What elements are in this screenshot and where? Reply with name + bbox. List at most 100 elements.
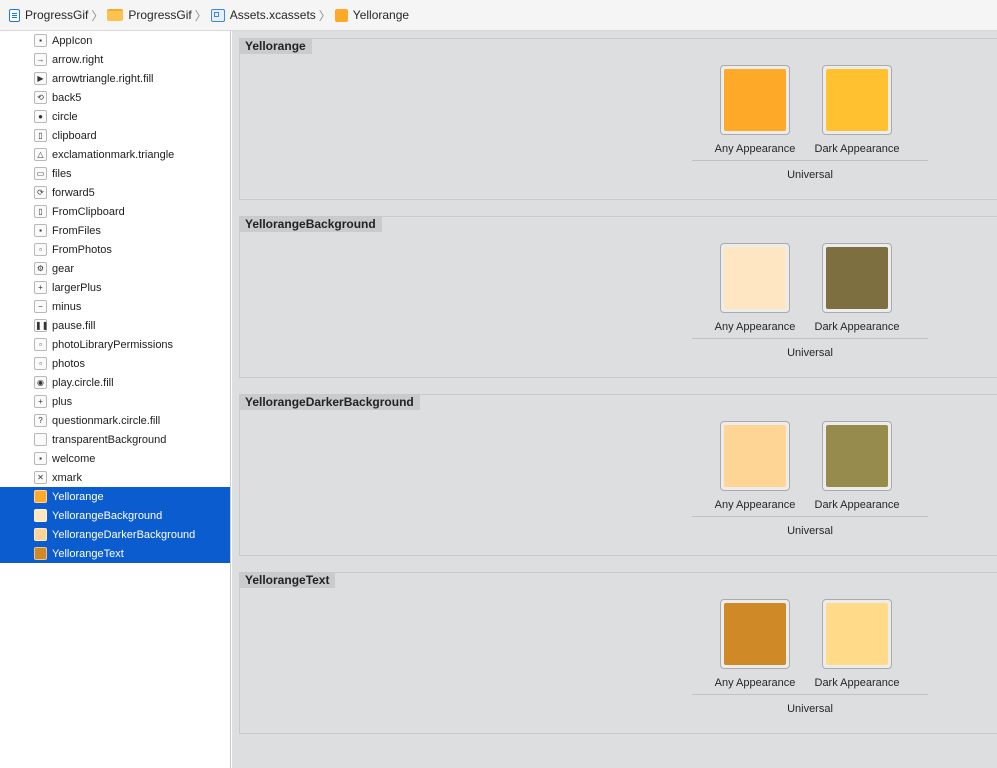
dark-appearance-color-well[interactable] (822, 65, 892, 135)
circle-icon: ● (34, 110, 47, 123)
sidebar-item[interactable]: ⚙ gear (0, 259, 230, 278)
color-set-title: YellorangeBackground (240, 217, 382, 232)
color-swatch (724, 603, 786, 665)
sidebar-item[interactable]: ⟲ back5 (0, 88, 230, 107)
sidebar-item-label: xmark (52, 471, 82, 484)
asset-list-sidebar[interactable]: ▪ AppIcon → arrow.right ▶ arrowtriangle.right… (0, 31, 231, 768)
dark-appearance-color-well[interactable] (822, 243, 892, 313)
sidebar-item[interactable]: + largerPlus (0, 278, 230, 297)
from-clipboard-icon: ▯ (34, 205, 47, 218)
color-swatch-icon (34, 528, 47, 541)
sidebar-item-label: YellorangeBackground (52, 509, 163, 522)
dark-appearance-label: Dark Appearance (814, 143, 900, 155)
dark-appearance-label: Dark Appearance (814, 499, 900, 511)
sidebar-item[interactable]: ▫ FromPhotos (0, 240, 230, 259)
sidebar-item[interactable]: ▯ clipboard (0, 126, 230, 145)
sidebar-item[interactable]: YellorangeBackground (0, 506, 230, 525)
any-appearance-label: Any Appearance (714, 499, 796, 511)
xmark-icon: ✕ (34, 471, 47, 484)
questionmark-circle-icon: ? (34, 414, 47, 427)
sidebar-item[interactable]: + plus (0, 392, 230, 411)
color-swatch (826, 69, 888, 131)
divider (692, 160, 928, 161)
app-icon-icon: ▪ (34, 34, 47, 47)
sidebar-item[interactable]: YellorangeDarkerBackground (0, 525, 230, 544)
from-files-icon: ▪ (34, 224, 47, 237)
color-swatch (826, 247, 888, 309)
sidebar-item-label: transparentBackground (52, 433, 167, 446)
breadcrumb-project-label: ProgressGif (25, 8, 89, 22)
larger-plus-icon: + (34, 281, 47, 294)
sidebar-item[interactable]: ● circle (0, 107, 230, 126)
color-set-panel: YellorangeBackground Any Appearance Dark A… (239, 216, 997, 378)
breadcrumb-asset[interactable]: Yellorange (334, 5, 409, 25)
from-photos-icon: ▫ (34, 243, 47, 256)
sidebar-item[interactable]: △ exclamationmark.triangle (0, 145, 230, 164)
sidebar-item[interactable]: transparentBackground (0, 430, 230, 449)
sidebar-item-label: arrow.right (52, 53, 104, 66)
asset-catalog-icon (210, 8, 225, 22)
sidebar-item-label: exclamationmark.triangle (52, 148, 175, 161)
sidebar-item-label: FromFiles (52, 224, 101, 237)
color-swatch (724, 247, 786, 309)
sidebar-item-label: files (52, 167, 72, 180)
sidebar-item[interactable]: ▫ photos (0, 354, 230, 373)
sidebar-item-label: plus (52, 395, 73, 408)
sidebar-item[interactable]: ▪ AppIcon (0, 31, 230, 50)
sidebar-item-label: gear (52, 262, 75, 275)
sidebar-item[interactable]: ? questionmark.circle.fill (0, 411, 230, 430)
dark-appearance-color-well[interactable] (822, 421, 892, 491)
any-appearance-color-well[interactable] (720, 65, 790, 135)
sidebar-item-label: pause.fill (52, 319, 96, 332)
gear-icon: ⚙ (34, 262, 47, 275)
project-file-icon (9, 8, 20, 22)
sidebar-item[interactable]: ◉ play.circle.fill (0, 373, 230, 392)
color-swatch (724, 425, 786, 487)
sidebar-item[interactable]: ▯ FromClipboard (0, 202, 230, 221)
color-set-title: Yellorange (240, 39, 312, 54)
color-set-title: YellorangeText (240, 573, 336, 588)
universal-label: Universal (787, 169, 833, 181)
plus-icon: + (34, 395, 47, 408)
sidebar-item[interactable]: Yellorange (0, 487, 230, 506)
sidebar-item[interactable]: ▶ arrowtriangle.right.fill (0, 69, 230, 88)
sidebar-item-label: FromClipboard (52, 205, 125, 218)
sidebar-item-label: arrowtriangle.right.fill (52, 72, 154, 85)
any-appearance-label: Any Appearance (714, 321, 796, 333)
any-appearance-color-well[interactable] (720, 599, 790, 669)
sidebar-item-label: AppIcon (52, 34, 93, 47)
sidebar-item[interactable]: ✕ xmark (0, 468, 230, 487)
clipboard-icon: ▯ (34, 129, 47, 142)
sidebar-item[interactable]: ⟳ forward5 (0, 183, 230, 202)
transparent-background-icon (34, 433, 47, 446)
color-swatch-icon (334, 8, 348, 22)
color-swatch (826, 425, 888, 487)
sidebar-item[interactable]: ▫ photoLibraryPermissions (0, 335, 230, 354)
sidebar-item[interactable]: ▭ files (0, 164, 230, 183)
sidebar-item-label: YellorangeDarkerBackground (52, 528, 196, 541)
pause-icon: ❚❚ (34, 319, 49, 332)
breadcrumb-project[interactable]: ProgressGif (9, 5, 88, 25)
breadcrumb-folder[interactable]: ProgressGif (107, 5, 192, 25)
sidebar-item-label: welcome (52, 452, 96, 465)
any-appearance-color-well[interactable] (720, 421, 790, 491)
sidebar-item[interactable]: → arrow.right (0, 50, 230, 69)
any-appearance-color-well[interactable] (720, 243, 790, 313)
universal-label: Universal (787, 703, 833, 715)
welcome-icon: ▪ (34, 452, 47, 465)
breadcrumb-catalog[interactable]: Assets.xcassets (210, 5, 316, 25)
dark-appearance-color-well[interactable] (822, 599, 892, 669)
sidebar-item-label: circle (52, 110, 78, 123)
arrow-right-icon: → (34, 53, 47, 66)
dark-appearance-label: Dark Appearance (814, 321, 900, 333)
sidebar-item[interactable]: − minus (0, 297, 230, 316)
breadcrumb-catalog-label: Assets.xcassets (229, 8, 316, 22)
sidebar-item[interactable]: ▪ welcome (0, 449, 230, 468)
sidebar-item[interactable]: YellorangeText (0, 544, 230, 563)
sidebar-item[interactable]: ❚❚ pause.fill (0, 316, 230, 335)
photo-library-icon: ▫ (34, 338, 47, 351)
sidebar-item[interactable]: ▪ FromFiles (0, 221, 230, 240)
breadcrumb-folder-label: ProgressGif (128, 8, 192, 22)
minus-icon: − (34, 300, 47, 313)
color-swatch-icon (34, 547, 47, 560)
